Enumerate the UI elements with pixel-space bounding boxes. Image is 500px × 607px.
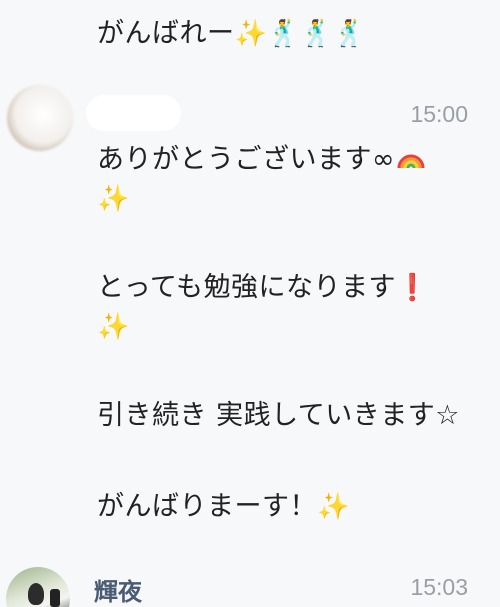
message-line: ありがとうございます∞ xyxy=(97,143,425,177)
message-text: 引き続き 実践していきます☆ xyxy=(97,400,460,431)
message-text: ありがとうございます∞ xyxy=(97,144,395,175)
message-line: ✨ xyxy=(97,182,130,216)
sparkles-icon: ✨ xyxy=(317,492,350,522)
sender-name-redacted xyxy=(86,95,181,131)
sender-name[interactable]: 輝夜 xyxy=(94,572,142,607)
message-text: とっても勉強になります xyxy=(97,272,396,303)
message-line: ✨ xyxy=(97,310,130,344)
message-timestamp: 15:03 xyxy=(410,574,468,600)
avatar[interactable] xyxy=(7,85,73,151)
avatar-figure xyxy=(28,583,44,605)
message-line-cheer: がんばれー✨🕺🕺🕺 xyxy=(97,17,366,51)
avatar-figure xyxy=(50,589,60,607)
rainbow-icon xyxy=(397,154,425,169)
cheer-text: がんばれー xyxy=(97,18,235,49)
sparkles-icon: ✨ xyxy=(234,19,268,49)
message-line: がんばりまーす！✨ xyxy=(97,490,350,524)
message-text: がんばりまーす！ xyxy=(97,491,317,522)
sparkles-icon: ✨ xyxy=(97,312,130,342)
sparkles-icon: ✨ xyxy=(97,184,130,214)
avatar[interactable] xyxy=(6,567,70,607)
exclamation-heart-icon: ❗ xyxy=(396,273,429,303)
dancer-icon: 🕺🕺🕺 xyxy=(267,19,366,49)
message-timestamp: 15:00 xyxy=(410,101,468,127)
message-line: とっても勉強になります❗ xyxy=(97,271,429,305)
message-line: 引き続き 実践していきます☆ xyxy=(97,399,460,433)
